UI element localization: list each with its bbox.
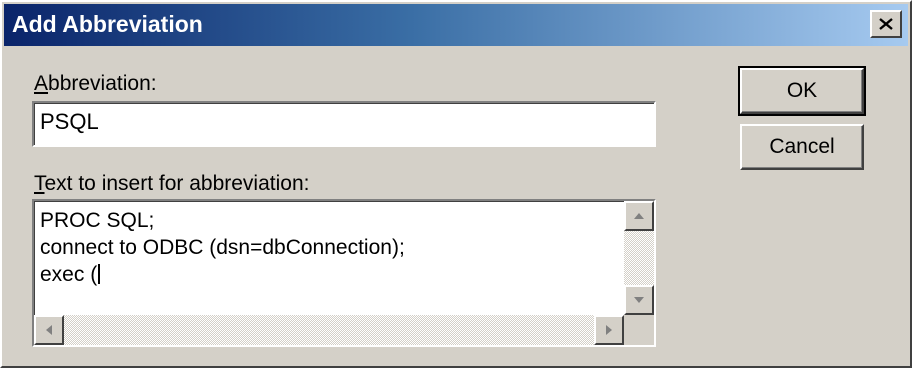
abbreviation-label: Abbreviation: — [34, 72, 157, 95]
text-caret — [98, 264, 101, 284]
cancel-button[interactable]: Cancel — [740, 124, 864, 170]
insert-text-label: Text to insert for abbreviation: — [34, 172, 310, 195]
ok-button[interactable]: OK — [738, 66, 866, 116]
scroll-right-button[interactable] — [594, 315, 624, 345]
horizontal-scrollbar[interactable] — [34, 315, 624, 345]
abbreviation-value: PSQL — [40, 109, 99, 134]
text-line-2: connect to ODBC (dsn=dbConnection); — [40, 236, 405, 259]
close-button[interactable] — [870, 10, 902, 38]
insert-text-content: PROC SQL; connect to ODBC (dsn=dbConnect… — [40, 207, 618, 288]
add-abbreviation-dialog: Add Abbreviation Abbreviation: PSQL Text… — [0, 0, 912, 368]
arrow-right-icon — [606, 325, 612, 335]
vertical-scrollbar[interactable] — [624, 201, 654, 315]
text-line-3: exec ( — [40, 263, 98, 286]
insert-text-area[interactable]: PROC SQL; connect to ODBC (dsn=dbConnect… — [32, 199, 656, 347]
scroll-up-button[interactable] — [624, 201, 654, 231]
scroll-down-button[interactable] — [624, 285, 654, 315]
title-bar[interactable]: Add Abbreviation — [4, 4, 908, 46]
scrollbar-corner — [624, 315, 654, 345]
close-icon — [879, 18, 893, 30]
abbreviation-input[interactable]: PSQL — [32, 101, 656, 147]
dialog-title: Add Abbreviation — [12, 11, 203, 37]
text-line-1: PROC SQL; — [40, 209, 155, 232]
scroll-left-button[interactable] — [34, 315, 64, 345]
arrow-up-icon — [634, 213, 644, 219]
arrow-down-icon — [634, 297, 644, 303]
arrow-left-icon — [46, 325, 52, 335]
